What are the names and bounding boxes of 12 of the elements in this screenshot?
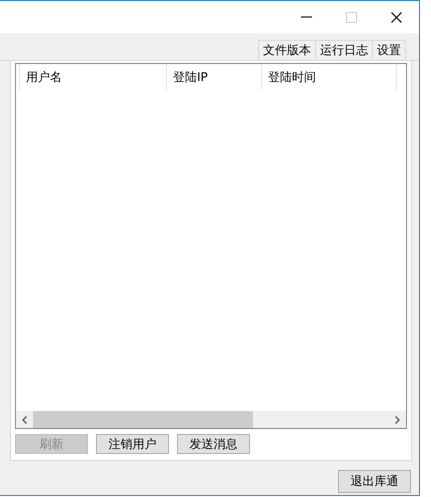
action-button[interactable]: 发送消息 xyxy=(177,434,250,454)
action-button[interactable]: 注销用户 xyxy=(96,434,169,454)
exit-button[interactable]: 退出库通 xyxy=(338,470,411,493)
column-header[interactable]: 登陆时间 xyxy=(262,64,397,90)
tab[interactable]: 设置 xyxy=(372,40,406,60)
close-icon xyxy=(391,12,402,22)
column-header[interactable]: 登陆IP xyxy=(167,64,262,90)
minimize-icon xyxy=(301,16,312,18)
horizontal-scrollbar[interactable] xyxy=(16,411,406,428)
column-header[interactable]: 用户名 xyxy=(20,64,167,90)
maximize-icon xyxy=(346,12,357,22)
tab[interactable]: 文件版本 xyxy=(258,40,316,60)
